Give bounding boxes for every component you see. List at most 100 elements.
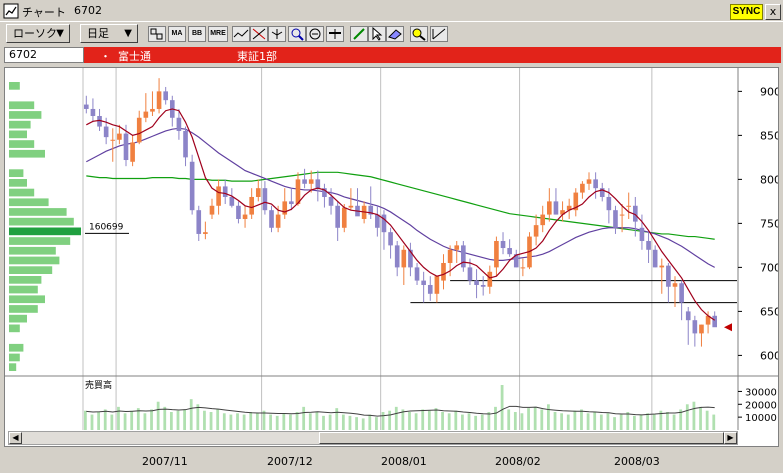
stock-code-input[interactable]: 6702 — [4, 47, 84, 63]
ma-icon[interactable]: MA — [168, 26, 186, 42]
fork-icon[interactable] — [268, 26, 286, 42]
candle-body — [520, 267, 526, 269]
x-tick-label: 2008/02 — [495, 455, 541, 468]
price-tick-label: 700 — [760, 261, 778, 274]
volume-bar — [348, 415, 352, 430]
scroll-right-arrow-icon[interactable]: ▶ — [724, 432, 737, 444]
window-title: チャート — [22, 6, 66, 19]
volume-profile-bar — [9, 198, 49, 207]
volume-bar — [216, 409, 220, 430]
eraser-icon[interactable] — [386, 26, 404, 42]
candle-body — [209, 205, 215, 215]
volume-bar — [652, 414, 656, 430]
volume-bar — [434, 408, 438, 430]
candle-body — [117, 133, 122, 140]
bb-icon[interactable]: BB — [188, 26, 206, 42]
candle-body — [646, 240, 651, 250]
price-chart[interactable]: 900 850 800 750 700 650 600 160699 売買高 30000 20000… — [5, 68, 781, 446]
volume-bar — [633, 415, 636, 430]
interval-dropdown[interactable]: 日足 ▼ — [80, 24, 138, 43]
fibonacci-icon[interactable] — [430, 26, 448, 42]
volume-bar — [394, 406, 398, 430]
info-separator: ・ — [100, 50, 111, 63]
volume-bar — [117, 406, 120, 430]
volume-bar — [533, 406, 537, 430]
volume-bar — [692, 401, 696, 430]
scroll-left-arrow-icon[interactable]: ◀ — [9, 432, 22, 444]
zoom-icon[interactable] — [288, 26, 306, 42]
pointer-icon[interactable] — [368, 26, 386, 42]
volume-bar — [189, 399, 193, 430]
price-tick-label: 750 — [760, 217, 778, 230]
volume-profile-bar — [9, 363, 17, 371]
volume-bar — [110, 414, 114, 430]
current-price-arrow-icon — [724, 323, 732, 332]
volume-profile-label: 160699 — [89, 223, 124, 233]
scroll-thumb[interactable] — [319, 432, 724, 444]
candle-body — [236, 205, 241, 219]
candle-body — [480, 284, 486, 287]
volume-bar — [487, 412, 491, 430]
volume-bar — [474, 415, 478, 430]
x-axis: 2007/11 2007/12 2008/01 2008/02 2008/03 — [0, 448, 783, 473]
candle-body — [269, 210, 274, 228]
price-tick-label: 850 — [760, 129, 778, 142]
volume-bar — [639, 414, 643, 430]
candle-body — [136, 117, 142, 143]
trend-icon[interactable] — [232, 26, 250, 42]
volume-bar — [427, 410, 431, 430]
compare-icon[interactable] — [148, 26, 166, 42]
candle-body — [540, 214, 546, 226]
chart-area[interactable]: 900 850 800 750 700 650 600 160699 売買高 30000 20000… — [4, 67, 781, 447]
candle-body — [335, 205, 340, 228]
volume-bar — [335, 408, 339, 430]
candle-body — [692, 320, 698, 334]
volume-bar — [90, 414, 94, 430]
volume-bar — [712, 414, 716, 430]
candle-body — [242, 214, 248, 219]
candle-body — [580, 183, 585, 193]
volume-profile-bar — [9, 227, 81, 236]
volume-bar — [461, 414, 464, 430]
volume-bar — [130, 410, 134, 430]
candle-body — [427, 284, 433, 294]
pencil-icon[interactable] — [350, 26, 368, 42]
volume-bar — [341, 414, 345, 430]
volume-bar — [500, 385, 504, 430]
magnify-icon[interactable] — [410, 26, 428, 42]
volume-bar — [507, 409, 511, 430]
sync-button[interactable]: SYNC — [730, 4, 763, 20]
volume-bar — [315, 412, 319, 430]
chart-type-dropdown[interactable]: ローソク ▼ — [6, 24, 70, 43]
candle-body — [586, 179, 592, 184]
mre-icon[interactable]: MRE — [208, 26, 228, 42]
volume-profile-bar — [9, 353, 20, 362]
volume-profile-bar — [9, 266, 53, 274]
candle-body — [156, 91, 162, 109]
volume-profile-bar — [9, 140, 35, 148]
horizontal-scrollbar[interactable]: ◀ ▶ — [8, 431, 738, 445]
candle-body — [474, 280, 479, 285]
candle-body — [103, 126, 109, 138]
volume-profile-bar — [9, 120, 31, 129]
volume-bar — [355, 417, 358, 430]
candle-body — [275, 214, 281, 228]
candle-body — [507, 248, 512, 255]
candle-body — [553, 201, 559, 215]
close-button[interactable]: x — [765, 4, 781, 20]
candle-body — [249, 196, 254, 215]
volume-bar — [328, 414, 332, 430]
horizontal-line-icon[interactable] — [326, 26, 344, 42]
search-icon[interactable] — [306, 26, 324, 42]
price-tick-label: 900 — [760, 85, 778, 98]
volume-bar — [646, 413, 650, 430]
price-tick-label: 800 — [760, 173, 778, 186]
volume-profile-bar — [9, 237, 71, 245]
volume-bar — [480, 414, 484, 430]
volume-bar — [454, 410, 458, 430]
volume-profile-bar — [9, 179, 27, 187]
interval-label: 日足 — [87, 27, 109, 40]
cross-icon[interactable] — [250, 26, 268, 42]
chart-app-icon — [3, 3, 19, 19]
volume-bar — [163, 406, 167, 430]
